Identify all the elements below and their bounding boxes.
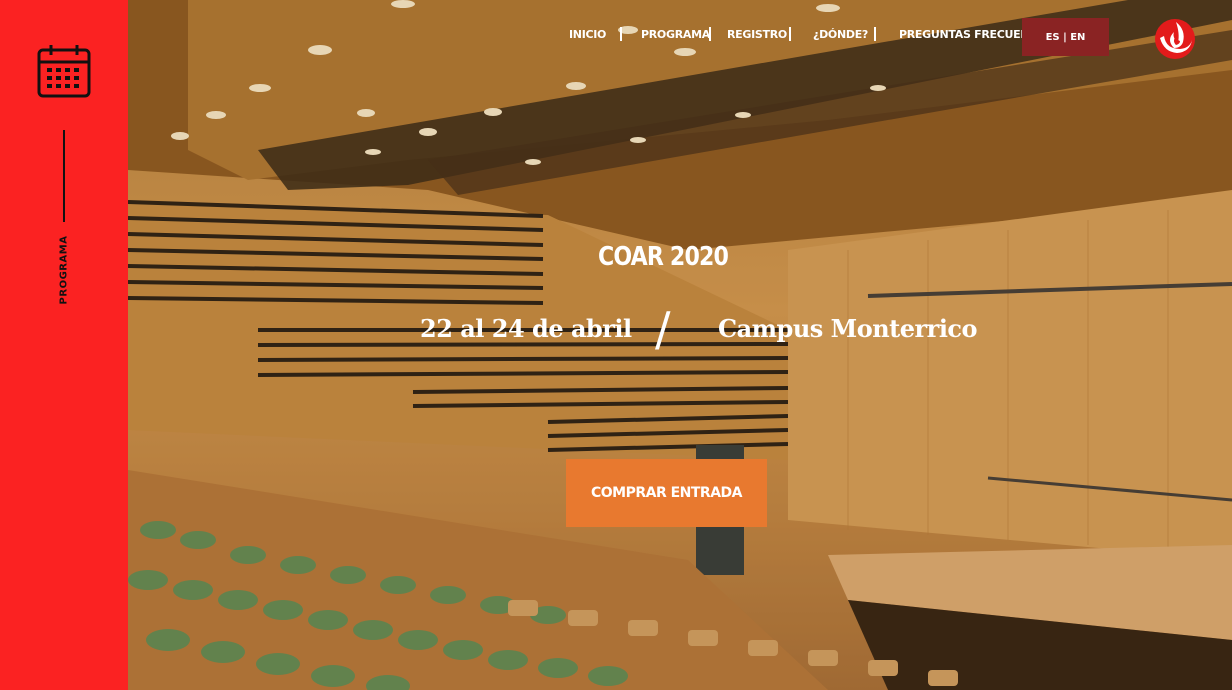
nav-separator — [709, 27, 711, 41]
event-dates: 22 al 24 de abril — [420, 314, 632, 343]
top-navigation: INICIO PROGRAMA REGISTRO ¿DÓNDE? PREGUNT… — [128, 18, 1232, 58]
upc-flame-logo[interactable] — [1150, 12, 1200, 62]
event-title: COAR 2020 — [597, 242, 729, 272]
buy-ticket-button[interactable]: COMPRAR ENTRADA — [566, 459, 767, 527]
event-separator-slash: / — [655, 302, 671, 356]
sidebar-divider — [63, 130, 65, 222]
calendar-icon[interactable] — [36, 44, 92, 100]
nav-item-inicio[interactable]: INICIO — [569, 28, 606, 41]
nav-separator — [874, 27, 876, 41]
hero-dark-overlay — [128, 0, 1232, 690]
hero-background-auditorium — [128, 0, 1232, 690]
language-switcher-button[interactable]: ES | EN — [1022, 18, 1109, 56]
landing-page: PROGRAMA INICIO PROGRAMA REGISTRO ¿DÓNDE… — [0, 0, 1232, 690]
sidebar-label-programa[interactable]: PROGRAMA — [59, 236, 70, 305]
sidebar: PROGRAMA — [0, 0, 128, 690]
nav-item-programa[interactable]: PROGRAMA — [641, 28, 710, 41]
nav-separator — [620, 27, 622, 41]
nav-separator — [789, 27, 791, 41]
nav-item-registro[interactable]: REGISTRO — [727, 28, 787, 41]
nav-item-donde[interactable]: ¿DÓNDE? — [813, 28, 868, 41]
event-location: Campus Monterrico — [718, 314, 978, 343]
